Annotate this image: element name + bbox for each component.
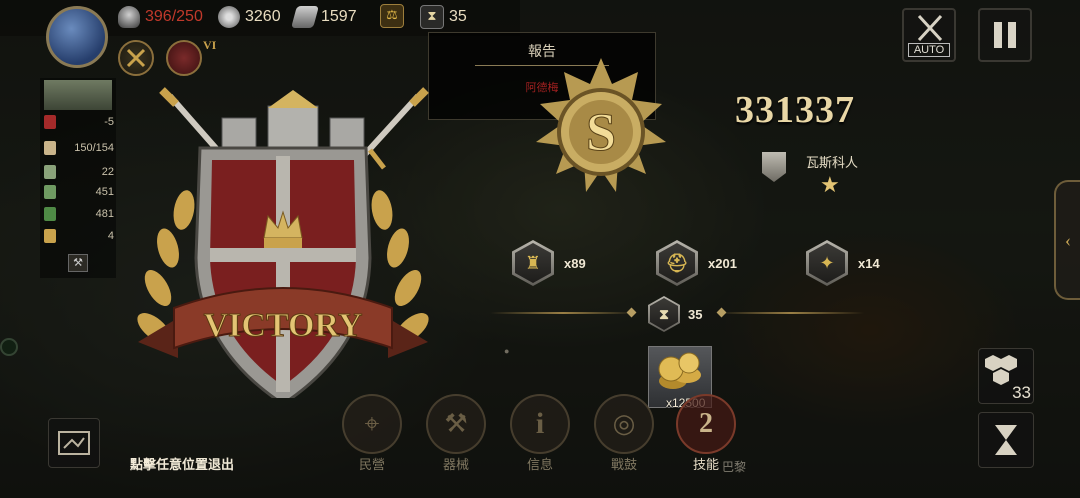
stat-row: 451	[44, 184, 114, 200]
stat-row: 150/154	[44, 140, 114, 156]
stat-row: 481	[44, 206, 114, 222]
map-pin-icon: ⌖	[342, 394, 402, 454]
scroll-map-icon	[58, 431, 90, 455]
side-panel-toggle[interactable]: ‹	[1054, 180, 1080, 300]
terrain-thumbnail	[44, 80, 112, 110]
drum-icon: ◎	[594, 394, 654, 454]
chevron-left-icon: ‹	[1065, 229, 1071, 250]
defense-icon	[44, 185, 56, 199]
reward-item: ✦ x14	[806, 240, 880, 286]
menu-info-button[interactable]: i 信息	[510, 394, 570, 473]
silver-resource: 3260	[218, 6, 281, 28]
stat-value: -5	[104, 116, 114, 128]
menu-drum-button[interactable]: ◎ 戰鼓	[594, 394, 654, 473]
silver-value: 3260	[245, 8, 281, 25]
menu-label: 民營	[358, 457, 385, 472]
silver-coin-icon	[218, 6, 240, 28]
shield-cross-vertical	[276, 156, 290, 392]
skill-icon: 2	[676, 394, 736, 454]
city-icon: ♜	[512, 240, 554, 286]
victory-text: VICTORY	[204, 307, 363, 344]
medal-s-icon: S	[586, 102, 616, 162]
hourglass-icon: ⧗	[648, 296, 680, 332]
rank-icon: ✦	[806, 240, 848, 286]
stat-value: 22	[101, 166, 114, 178]
menu-equipment-button[interactable]: ⚒ 器械	[426, 394, 486, 473]
reward-amount: x89	[564, 255, 586, 271]
menu-label: 技能	[692, 457, 719, 472]
auto-battle-button[interactable]: AUTO	[902, 8, 956, 62]
gold-coins-icon	[658, 352, 701, 389]
stat-row: 22	[44, 164, 114, 180]
stat-row: 4	[44, 228, 114, 244]
swords-icon	[44, 207, 56, 221]
tap-to-exit-hint: 點擊任意位置退出	[130, 457, 235, 472]
victory-medal: S	[536, 58, 666, 192]
battle-score: 331337	[735, 89, 855, 131]
units-count: 33	[1012, 383, 1031, 402]
crossed-swords-icon	[126, 48, 146, 68]
reward-amount: x201	[708, 255, 737, 271]
menu-label: 戰鼓	[610, 457, 637, 472]
shield-cross-horizontal	[210, 248, 356, 262]
player-avatar[interactable]	[46, 6, 108, 68]
stat-value: 481	[95, 208, 114, 220]
scale-icon: ⚖	[380, 4, 404, 28]
troops-value: 396/250	[145, 8, 203, 25]
general-rank: VI	[203, 38, 217, 52]
eagle-icon	[44, 141, 56, 155]
pause-icon	[994, 22, 1016, 48]
hex-cluster-icon	[985, 355, 1017, 385]
crown-base	[264, 238, 302, 248]
stat-value: 150/154	[74, 142, 114, 154]
stat-value: 451	[95, 186, 114, 198]
skill-badge: 2	[699, 408, 713, 439]
iron-value: 1597	[321, 8, 357, 25]
reward-divider-right	[718, 312, 864, 314]
boot-speed-icon	[44, 229, 56, 243]
info-icon: i	[510, 394, 570, 454]
menu-label: 器械	[442, 457, 469, 472]
hourglass-resource: ⧗ 35	[420, 5, 467, 29]
stat-row: -5	[44, 114, 114, 130]
iron-resource: 1597	[291, 6, 357, 28]
hourglass-reward-value: 35	[688, 306, 703, 322]
helmet-icon	[118, 6, 140, 28]
reward-divider-left	[490, 312, 636, 314]
hourglass-icon: ⧗	[420, 5, 444, 29]
general-portrait[interactable]	[166, 40, 202, 76]
enemy-name: 瓦斯科人	[806, 155, 859, 170]
hourglass-icon	[995, 425, 1017, 455]
catapult-icon: ⚒	[426, 394, 486, 454]
crossed-swords-badge[interactable]	[118, 40, 154, 76]
hourglass-reward: ⧗ 35	[648, 296, 702, 332]
units-button[interactable]: 33	[978, 348, 1034, 404]
tower-roof-icon	[268, 90, 318, 108]
menu-camp-button[interactable]: ⌖ 民營	[342, 394, 402, 473]
reward-item: ♜ x89	[512, 240, 586, 286]
stat-value: 4	[107, 230, 114, 242]
menu-skill-button[interactable]: 2 技能	[676, 394, 736, 473]
troops-resource: 396/250	[118, 6, 203, 28]
boot-icon	[44, 115, 56, 129]
army-stats-panel: -5 150/154 22 451 481 4 ⚒	[40, 78, 116, 278]
battle-map-button[interactable]	[48, 418, 100, 468]
menu-label: 信息	[526, 457, 553, 472]
reward-amount: x14	[858, 255, 880, 271]
star-icon: ★	[820, 172, 840, 197]
pause-button[interactable]	[978, 8, 1032, 62]
victory-crest: VICTORY	[137, 87, 429, 398]
shield-icon	[44, 165, 56, 179]
reward-item: ⛑ x201	[656, 240, 737, 286]
crossed-swords-icon	[917, 14, 943, 42]
justice-scale-button[interactable]: ⚖	[380, 4, 404, 28]
catapult-icon[interactable]: ⚒	[68, 254, 88, 272]
iron-bar-icon	[291, 6, 319, 28]
helmet-icon: ⛑	[656, 240, 698, 286]
hourglass-value: 35	[449, 8, 467, 25]
hourglass-button[interactable]	[978, 412, 1034, 468]
auto-label: AUTO	[908, 43, 950, 57]
